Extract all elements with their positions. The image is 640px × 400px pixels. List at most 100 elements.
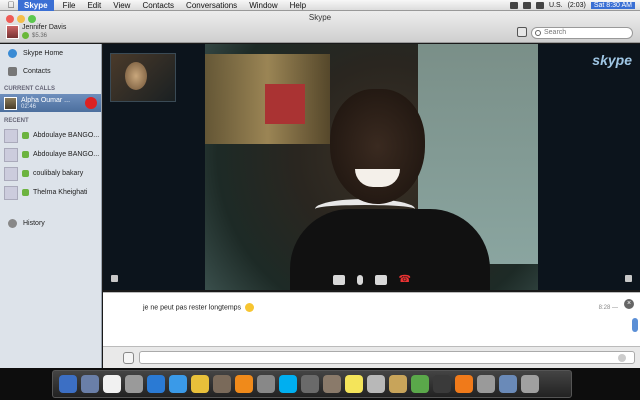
contact-avatar xyxy=(4,185,18,200)
apple-menu-icon[interactable]:  xyxy=(4,0,18,10)
recent-item[interactable]: coulibaly bakary xyxy=(0,164,101,183)
chat-message-text: je ne peut pas rester longtemps xyxy=(143,304,242,312)
contacts-icon xyxy=(8,66,17,76)
volume-icon[interactable] xyxy=(522,1,531,9)
skype-logo: skype xyxy=(592,52,632,68)
chat-input[interactable] xyxy=(139,351,635,364)
microphone-icon[interactable] xyxy=(356,275,363,285)
trash-icon[interactable] xyxy=(521,375,539,393)
recent-item-label: coulibaly bakary xyxy=(33,170,84,177)
menu-edit[interactable]: Edit xyxy=(81,1,107,10)
recent-item[interactable]: Thelma Kheighati xyxy=(0,183,101,202)
contact-avatar xyxy=(4,147,18,162)
contact-avatar xyxy=(4,128,18,143)
search-icon xyxy=(535,30,541,36)
menu-contacts[interactable]: Contacts xyxy=(136,1,180,10)
sidebar-item-skype-home[interactable]: Skype Home xyxy=(0,44,101,62)
recent-item-label: Thelma Kheighati xyxy=(33,189,88,196)
skype-status-icon[interactable] xyxy=(509,1,518,9)
finder-icon[interactable] xyxy=(59,375,77,393)
chat-message-time: 8:28 — xyxy=(598,305,618,311)
textedit-icon[interactable] xyxy=(257,375,275,393)
user-name[interactable]: Jennifer Davis xyxy=(22,24,66,31)
add-participant-icon[interactable] xyxy=(374,275,387,285)
user-balance[interactable]: $5.36 xyxy=(32,33,47,39)
dock xyxy=(52,370,572,398)
emoticon-picker-icon[interactable] xyxy=(618,354,626,362)
menu-help[interactable]: Help xyxy=(284,1,312,10)
wifi-icon[interactable] xyxy=(535,1,544,9)
mic-dock-icon[interactable] xyxy=(301,375,319,393)
battery-status[interactable]: (2:03) xyxy=(568,2,586,9)
sidebar-item-label: History xyxy=(23,219,45,227)
contact-avatar xyxy=(4,96,17,110)
photo-icon[interactable] xyxy=(323,375,341,393)
window-titlebar: Skype Jennifer Davis $5.36 Search xyxy=(0,11,640,43)
current-calls-header: CURRENT CALLS xyxy=(4,86,55,92)
history-icon xyxy=(8,218,17,228)
dial-pad-icon[interactable] xyxy=(517,27,527,37)
chat-input-bar xyxy=(103,346,640,368)
calculator-icon[interactable] xyxy=(125,375,143,393)
app-menu-skype[interactable]: Skype xyxy=(18,0,54,11)
downloads-icon[interactable] xyxy=(499,375,517,393)
skype-credit-icon xyxy=(22,32,29,39)
close-chat-icon[interactable]: × xyxy=(624,299,634,309)
video-call-area[interactable]: skype ☎ xyxy=(103,44,640,290)
app-icon[interactable] xyxy=(433,375,451,393)
utility-icon[interactable] xyxy=(411,375,429,393)
mail-icon[interactable] xyxy=(169,375,187,393)
chat-panel: je ne peut pas rester longtemps 8:28 — × xyxy=(103,292,640,346)
menu-view[interactable]: View xyxy=(107,1,136,10)
menu-window[interactable]: Window xyxy=(243,1,283,10)
sidebar-item-label: Skype Home xyxy=(23,49,64,57)
current-call-duration: 02:46 xyxy=(21,103,37,110)
recent-item-label: Abdoulaye BANGO... xyxy=(33,151,100,158)
send-sms-icon[interactable] xyxy=(123,352,134,364)
recent-item[interactable]: Abdoulaye BANGO... xyxy=(0,126,101,145)
menu-conversations[interactable]: Conversations xyxy=(180,1,243,10)
recent-item-label: Abdoulaye BANGO... xyxy=(33,132,100,139)
contact-avatar xyxy=(4,166,18,181)
current-call-name: Alpha Oumar ... xyxy=(21,96,71,104)
input-locale[interactable]: U.S. xyxy=(549,2,563,9)
calendar-icon[interactable] xyxy=(103,375,121,393)
search-field[interactable]: Search xyxy=(531,27,633,39)
chat-scrollbar[interactable] xyxy=(632,318,638,332)
window-title: Skype xyxy=(308,13,332,22)
hang-up-icon[interactable] xyxy=(85,97,97,109)
phone-icon xyxy=(22,132,29,139)
call-controls: ☎ xyxy=(103,270,640,290)
itunes-icon[interactable] xyxy=(147,375,165,393)
current-call-info: Alpha Oumar ... 02:46 xyxy=(21,97,70,110)
menu-file[interactable]: File xyxy=(57,1,82,10)
files-icon[interactable] xyxy=(367,375,385,393)
user-avatar[interactable] xyxy=(6,25,19,39)
background-box xyxy=(265,84,305,124)
skype-dock-icon[interactable] xyxy=(279,375,297,393)
menubar-clock[interactable]: Sat 8:30 AM xyxy=(590,1,635,9)
chrome-icon[interactable] xyxy=(191,375,209,393)
menu-bar:  Skype File Edit View Contacts Conversa… xyxy=(0,0,640,11)
recent-item[interactable]: Abdoulaye BANGO... xyxy=(0,145,101,164)
sidebar-item-label: Contacts xyxy=(23,67,51,75)
phone-icon xyxy=(22,189,29,196)
self-view-video[interactable] xyxy=(110,53,176,102)
sidebar-item-contacts[interactable]: Contacts xyxy=(0,62,101,80)
stickies-icon[interactable] xyxy=(345,375,363,393)
phone-icon xyxy=(22,151,29,158)
chat-message: je ne peut pas rester longtemps xyxy=(143,303,255,312)
preview-icon[interactable] xyxy=(213,375,231,393)
skype-home-icon xyxy=(8,48,17,58)
contacts-book-icon[interactable] xyxy=(389,375,407,393)
dock-area xyxy=(0,368,640,400)
vlc-icon[interactable] xyxy=(235,375,253,393)
video-camera-icon[interactable] xyxy=(332,275,345,285)
system-preferences-icon[interactable] xyxy=(477,375,495,393)
sidebar-item-history[interactable]: History xyxy=(0,214,102,232)
search-placeholder: Search xyxy=(544,29,567,36)
orange-icon[interactable] xyxy=(455,375,473,393)
dashboard-icon[interactable] xyxy=(81,375,99,393)
current-call-item[interactable]: Alpha Oumar ... 02:46 xyxy=(0,94,101,112)
end-call-icon[interactable]: ☎ xyxy=(399,275,411,285)
